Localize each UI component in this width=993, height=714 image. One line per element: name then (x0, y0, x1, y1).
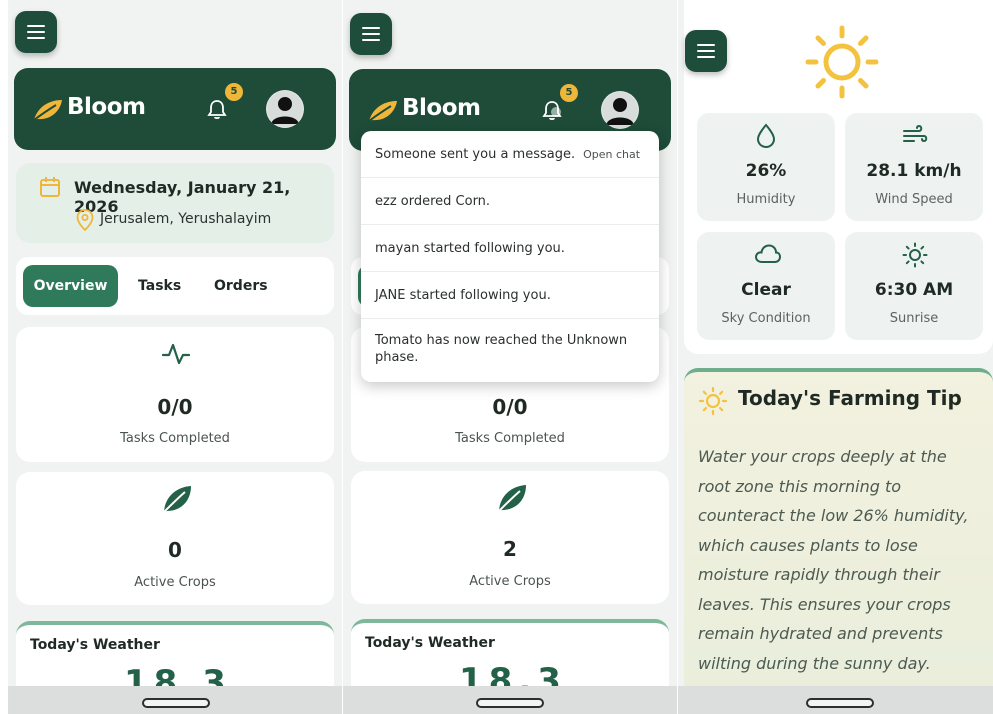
notification-item[interactable]: Someone sent you a message. Open chat (361, 131, 659, 178)
sun-icon (805, 25, 879, 99)
weather-details-card: 26% Humidity 28.1 km/h Wind Speed Clear … (684, 0, 993, 354)
sky-condition-cell: Clear Sky Condition (697, 232, 835, 340)
screenshot-collage: Bloom 5 Wednesday, January 21, 2026 Jeru… (0, 0, 993, 714)
weather-title: Today's Weather (365, 635, 495, 651)
avatar[interactable] (266, 90, 304, 128)
menu-button[interactable] (685, 30, 727, 72)
notification-item[interactable]: mayan started following you. (361, 225, 659, 272)
sun-icon (902, 242, 928, 268)
active-crops-value: 0 (168, 538, 182, 562)
sunrise-cell: 6:30 AM Sunrise (845, 232, 983, 340)
home-gesture-pill[interactable] (476, 698, 544, 708)
user-silhouette-icon (267, 91, 303, 127)
notification-item[interactable]: ezz ordered Corn. (361, 178, 659, 225)
system-nav-bar (343, 686, 677, 714)
system-nav-bar (678, 686, 993, 714)
calendar-icon (40, 177, 60, 197)
sunrise-label: Sunrise (889, 311, 939, 326)
menu-button[interactable] (350, 13, 392, 55)
tasks-completed-label: Tasks Completed (120, 431, 230, 446)
activity-pulse-icon (161, 343, 191, 365)
tasks-completed-card: 0/0 Tasks Completed (16, 327, 334, 462)
active-crops-label: Active Crops (469, 574, 551, 589)
home-gesture-pill[interactable] (142, 698, 210, 708)
active-crops-value: 2 (503, 537, 517, 561)
sky-condition-label: Sky Condition (721, 311, 811, 326)
leaf-logo-icon (33, 100, 62, 121)
phone-screen-overview: Bloom 5 Wednesday, January 21, 2026 Jeru… (8, 0, 342, 714)
farming-tip-card: Today's Farming Tip Water your crops dee… (684, 368, 993, 698)
location-pin-icon (76, 209, 94, 231)
farming-tip-title: Today's Farming Tip (738, 386, 962, 410)
notification-item[interactable]: JANE started following you. (361, 272, 659, 319)
tab-orders[interactable]: Orders (214, 265, 268, 307)
farming-tip-text: Water your crops deeply at the root zone… (698, 447, 969, 673)
weather-title: Today's Weather (30, 637, 160, 653)
active-crops-card: 2 Active Crops (351, 471, 669, 604)
droplet-icon (756, 123, 776, 149)
notification-badge: 5 (560, 84, 578, 102)
bell-icon[interactable] (541, 99, 563, 121)
phone-screen-notifications: Bloom 5 0/0 Tasks Completed 2 Active Cro… (343, 0, 677, 714)
leaf-icon (163, 486, 191, 513)
bell-icon[interactable] (206, 98, 228, 120)
active-crops-label: Active Crops (134, 575, 216, 590)
notification-badge: 5 (225, 83, 243, 101)
phone-screen-weather-details: 26% Humidity 28.1 km/h Wind Speed Clear … (678, 0, 993, 714)
tab-bar: Overview Tasks Orders (16, 257, 334, 315)
system-nav-bar (8, 686, 342, 714)
date-location-card: Wednesday, January 21, 2026 Jerusalem, Y… (16, 163, 334, 243)
leaf-logo-icon (368, 101, 397, 122)
current-location: Jerusalem, Yerushalayim (100, 211, 272, 227)
humidity-cell: 26% Humidity (697, 113, 835, 221)
sun-icon (698, 386, 728, 416)
notifications-dropdown: Someone sent you a message. Open chat ezz… (361, 131, 659, 382)
tasks-completed-value: 0/0 (157, 395, 193, 419)
app-title: Bloom (67, 94, 146, 120)
tasks-completed-label: Tasks Completed (455, 431, 565, 446)
open-chat-link[interactable]: Open chat (583, 148, 640, 161)
app-title: Bloom (402, 95, 481, 121)
wind-icon (903, 124, 928, 143)
active-crops-card: 0 Active Crops (16, 472, 334, 605)
tab-overview[interactable]: Overview (23, 265, 118, 307)
avatar[interactable] (601, 91, 639, 129)
user-silhouette-icon (602, 92, 638, 128)
leaf-icon (498, 485, 526, 512)
menu-button[interactable] (15, 11, 57, 53)
wind-speed-value: 28.1 km/h (866, 161, 962, 181)
notification-text: Someone sent you a message. (375, 147, 576, 162)
tab-tasks[interactable]: Tasks (138, 265, 181, 307)
humidity-label: Humidity (736, 192, 796, 207)
tasks-completed-value: 0/0 (492, 395, 528, 419)
sky-condition-value: Clear (741, 280, 791, 300)
cloud-icon (754, 244, 782, 263)
humidity-value: 26% (745, 161, 787, 181)
app-header: Bloom 5 (14, 68, 336, 150)
sunrise-value: 6:30 AM (874, 280, 954, 300)
wind-speed-label: Wind Speed (875, 192, 953, 207)
wind-speed-cell: 28.1 km/h Wind Speed (845, 113, 983, 221)
notification-item[interactable]: Tomato has now reached the Unknown phase… (361, 319, 659, 382)
home-gesture-pill[interactable] (806, 698, 874, 708)
